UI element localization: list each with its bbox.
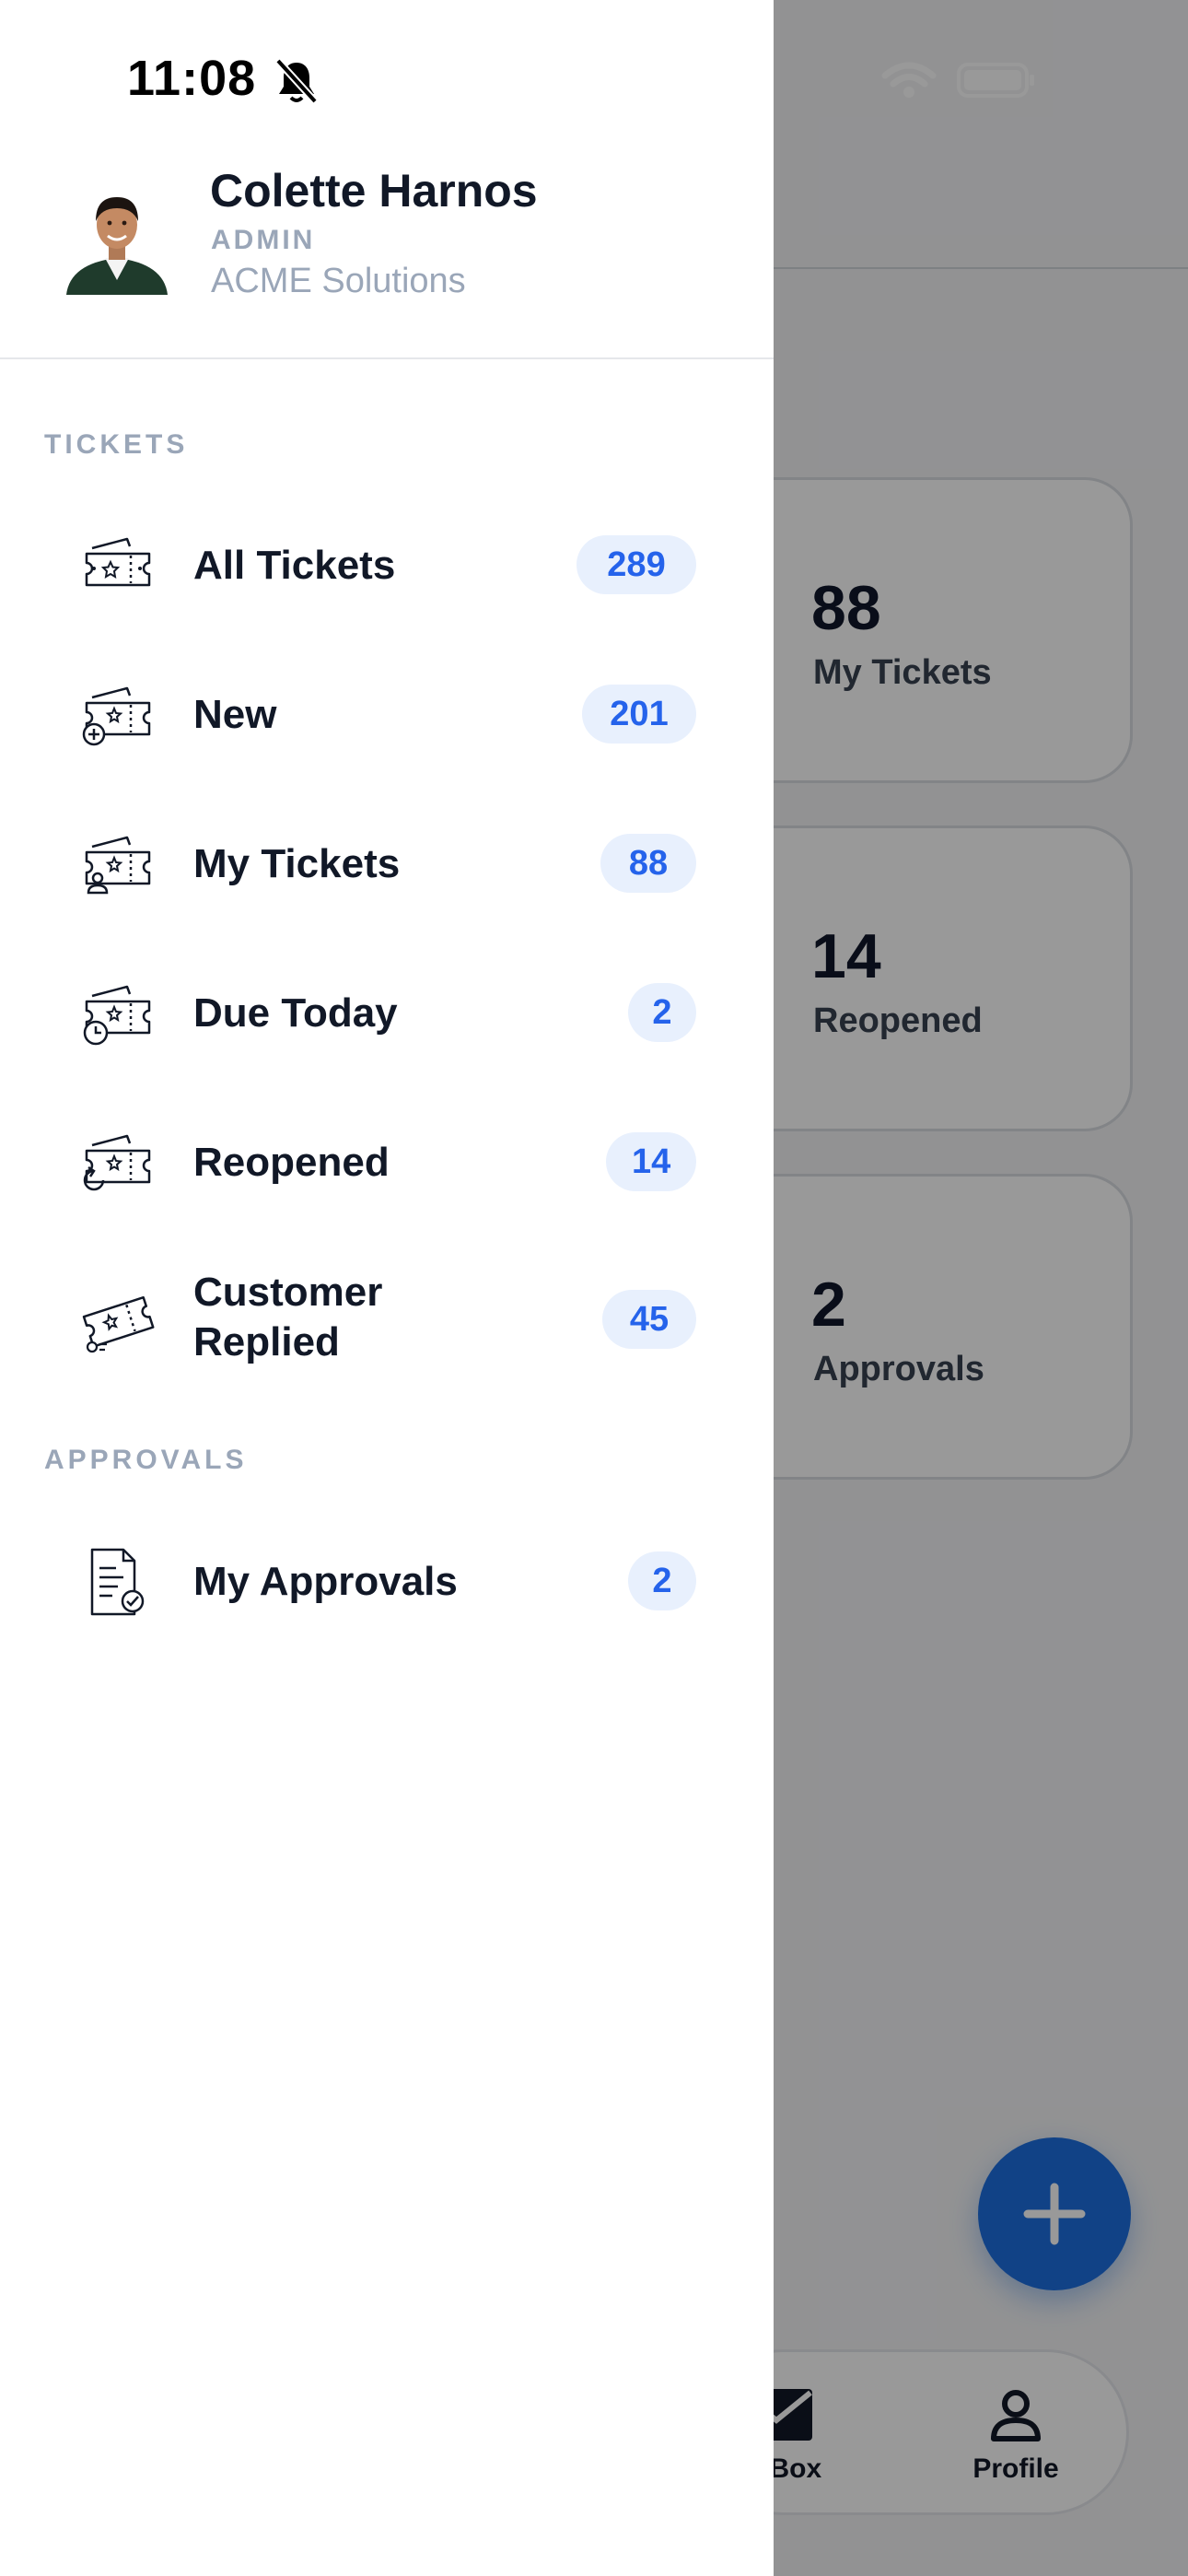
nav-item-reopened[interactable]: Reopened 14 bbox=[0, 1107, 774, 1217]
count-badge: 45 bbox=[602, 1290, 696, 1349]
ticket-reopen-icon bbox=[83, 1134, 151, 1191]
nav-item-label-line2: Replied bbox=[193, 1319, 340, 1364]
status-time: 11:08 bbox=[127, 51, 257, 106]
ticket-plus-icon bbox=[82, 686, 151, 746]
ticket-star-icon bbox=[85, 537, 151, 587]
nav-item-customer-replied[interactable]: Customer Replied 45 bbox=[0, 1264, 774, 1375]
count-badge: 201 bbox=[582, 685, 696, 744]
nav-item-label: Due Today bbox=[193, 990, 398, 1036]
count-badge: 289 bbox=[577, 535, 696, 594]
ticket-reply-icon bbox=[82, 1295, 155, 1353]
nav-item-label: Customer Replied bbox=[193, 1268, 382, 1367]
count-badge: 88 bbox=[600, 834, 696, 893]
nav-item-new[interactable]: New 201 bbox=[0, 659, 774, 769]
count-badge: 2 bbox=[628, 983, 696, 1042]
section-title-tickets: TICKETS bbox=[44, 429, 189, 460]
profile-divider bbox=[0, 357, 774, 359]
nav-item-all-tickets[interactable]: All Tickets 289 bbox=[0, 509, 774, 620]
section-title-approvals: APPROVALS bbox=[44, 1445, 248, 1475]
ticket-user-icon bbox=[85, 836, 151, 895]
profile-header[interactable]: Colette Harnos ADMIN ACME Solutions bbox=[0, 157, 774, 359]
nav-item-label: My Tickets bbox=[193, 841, 401, 886]
bell-muted-icon bbox=[275, 58, 318, 104]
profile-organization: ACME Solutions bbox=[211, 262, 466, 300]
document-check-icon bbox=[90, 1548, 145, 1616]
count-badge: 2 bbox=[628, 1551, 696, 1610]
profile-role: ADMIN bbox=[211, 225, 316, 255]
nav-item-my-approvals[interactable]: My Approvals 2 bbox=[0, 1526, 774, 1636]
nav-item-due-today[interactable]: Due Today 2 bbox=[0, 957, 774, 1068]
nav-item-label-line1: Customer bbox=[193, 1270, 383, 1315]
nav-item-label: All Tickets bbox=[193, 543, 396, 588]
ticket-clock-icon bbox=[83, 985, 151, 1046]
nav-item-label: My Approvals bbox=[193, 1559, 458, 1604]
navigation-drawer: 11:08 Colette Harnos ADMIN ACME Solution… bbox=[0, 0, 774, 2576]
avatar bbox=[66, 197, 168, 295]
nav-item-my-tickets[interactable]: My Tickets 88 bbox=[0, 808, 774, 919]
profile-name: Colette Harnos bbox=[210, 165, 538, 217]
nav-item-label: Reopened bbox=[193, 1140, 390, 1185]
count-badge: 14 bbox=[606, 1132, 696, 1191]
nav-item-label: New bbox=[193, 692, 277, 737]
